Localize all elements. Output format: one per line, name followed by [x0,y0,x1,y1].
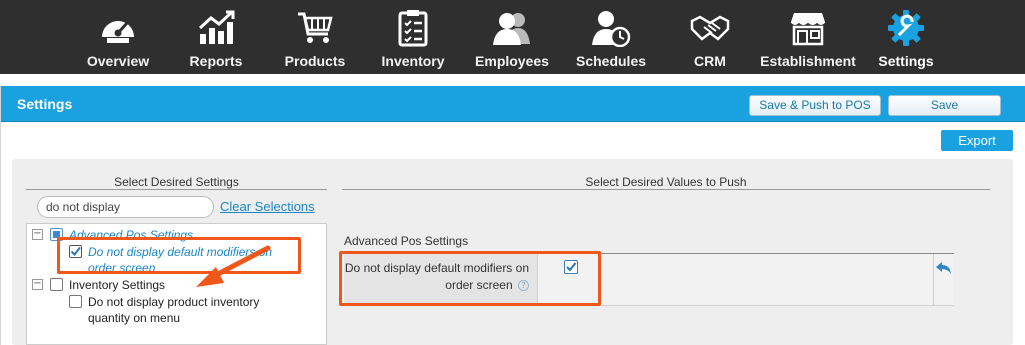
divider [26,189,327,190]
nav-settings[interactable]: Settings [878,0,934,74]
values-panel: Advanced Pos Settings Do not display def… [339,223,972,345]
right-heading: Select Desired Values to Push [585,175,747,189]
nav-label: Inventory [381,53,445,69]
settings-tree: − Advanced Pos Settings Do not display d… [26,223,327,345]
nav-inventory[interactable]: Inventory [381,0,445,74]
people-icon [492,8,532,48]
tree-checkbox-advanced-pos[interactable] [50,228,63,241]
nav-label: Reports [189,53,243,69]
setting-row: Do not display default modifiers on orde… [342,254,954,306]
settings-body: Select Desired Settings Select Desired V… [12,159,1013,345]
save-button[interactable]: Save [888,95,1001,116]
panel-header: Settings Save & Push to POS Save [1,86,1025,122]
check-icon [566,262,577,272]
gauge-icon [98,8,138,48]
help-icon[interactable]: ? [518,280,529,291]
nav-divider [0,74,1025,86]
person-clock-icon [591,8,631,48]
nav-label: CRM [694,53,726,69]
handshake-icon [690,8,730,48]
nav-label: Employees [475,53,549,69]
chart-icon [196,8,236,48]
left-heading: Select Desired Settings [114,175,239,189]
settings-panel: Settings Save & Push to POS Save Export … [0,86,1025,345]
nav-overview[interactable]: Overview [86,0,150,74]
nav-crm[interactable]: CRM [690,0,730,74]
tree-checkbox-product-inventory[interactable] [69,295,82,308]
clear-selections-link[interactable]: Clear Selections [220,199,315,214]
setting-label: Do not display default modifiers on orde… [344,254,538,305]
clipboard-icon [393,8,433,48]
group-title: Advanced Pos Settings [344,234,469,248]
setting-label-text: Do not display default modifiers on orde… [344,261,529,292]
undo-icon [936,262,951,274]
tree-label-advanced-pos[interactable]: Advanced Pos Settings [69,227,193,243]
tree-checkbox-inventory-settings[interactable] [50,278,63,291]
divider [342,189,990,190]
nav-schedules[interactable]: Schedules [575,0,647,74]
export-button[interactable]: Export [941,130,1013,151]
nav-employees[interactable]: Employees [475,0,549,74]
search-input[interactable] [37,196,214,218]
tree-label-product-inventory[interactable]: Do not display product inventory quantit… [88,294,303,326]
setting-value-checkbox[interactable] [564,260,578,274]
tree-checkbox-default-modifiers[interactable] [69,245,82,258]
nav-establishment[interactable]: Establishment [760,0,856,74]
cart-icon [295,8,335,48]
nav-label: Schedules [575,53,647,69]
save-push-button[interactable]: Save & Push to POS [749,95,881,116]
collapse-toggle[interactable]: − [32,279,43,290]
collapse-toggle[interactable]: − [32,229,43,240]
gear-icon [886,8,926,48]
nav-label: Establishment [760,53,856,69]
nav-products[interactable]: Products [284,0,346,74]
nav-label: Overview [86,53,150,69]
nav-reports[interactable]: Reports [189,0,243,74]
nav-label: Products [284,53,346,69]
top-navigation: Overview Reports Products Inventory Empl… [0,0,1025,74]
check-icon [70,246,81,257]
tree-label-inventory-settings[interactable]: Inventory Settings [69,277,165,293]
tree-label-default-modifiers[interactable]: Do not display default modifiers on orde… [88,244,303,276]
storefront-icon [788,8,828,48]
page-title: Settings [17,96,73,112]
nav-label: Settings [878,53,934,69]
undo-button[interactable] [933,254,954,305]
